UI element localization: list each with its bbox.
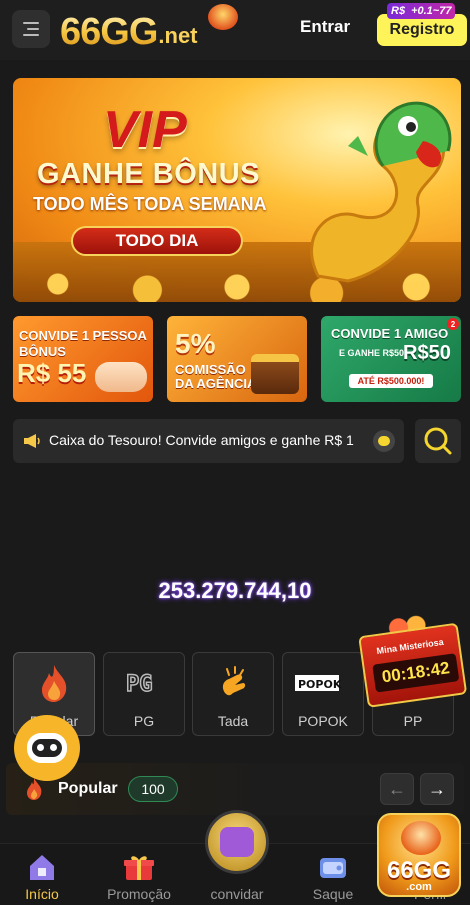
- promo-limit-bar: ATÉ R$500.000!: [349, 374, 433, 388]
- announcement-marquee[interactable]: Caixa do Tesouro! Convide amigos e ganhe…: [13, 419, 404, 463]
- promo-amount: R$50: [403, 342, 451, 364]
- promo-line1: COMISSÃO: [175, 362, 246, 377]
- menu-icon-line: [27, 28, 39, 30]
- search-icon: [424, 427, 452, 455]
- promo-line2: DA AGÊNCIA: [175, 376, 257, 391]
- invite-friends-icon: [220, 827, 254, 857]
- arrow-right-icon: →: [428, 778, 446, 799]
- message-bubble: [378, 436, 390, 446]
- register-bonus-badge: R$ +0.1~77: [387, 3, 456, 19]
- menu-icon-line: [23, 22, 39, 24]
- marquee-text: Caixa do Tesouro! Convide amigos e ganhe…: [49, 432, 354, 448]
- robot-icon: [27, 733, 67, 763]
- tab-label: PG: [133, 713, 155, 729]
- robot-eye: [37, 744, 44, 751]
- handshake-icon: [95, 362, 147, 392]
- dragon-illustration: [310, 101, 452, 283]
- banner-subline: TODO MÊS TODA SEMANA: [33, 194, 267, 214]
- login-button[interactable]: Entrar: [300, 17, 350, 37]
- promo-line2: E GANHE R$50: [339, 348, 405, 358]
- badge-currency: R$: [391, 5, 406, 17]
- search-button[interactable]: [415, 419, 461, 463]
- message-icon[interactable]: [373, 430, 395, 452]
- nav-item-saque[interactable]: Saque: [293, 850, 373, 904]
- logo-text: 66GG: [60, 11, 158, 53]
- app-download-logo[interactable]: 66GG .com: [377, 813, 461, 897]
- promo-card-agency-commission[interactable]: 5% COMISSÃO DA AGÊNCIA: [167, 316, 307, 402]
- nav-item-promocao[interactable]: Promoção: [99, 850, 179, 904]
- pg-logo-icon: PG: [125, 671, 153, 698]
- promo-line1: CONVIDE 1 AMIGO: [331, 326, 449, 341]
- tab-label: Tada: [217, 713, 249, 729]
- promo-amount: R$ 55: [17, 358, 87, 388]
- nav-label: convidar: [210, 886, 264, 902]
- tab-tada[interactable]: Tada: [192, 652, 274, 736]
- robot-eye: [50, 744, 57, 751]
- tab-label: PP: [403, 713, 423, 729]
- mystery-mine-widget[interactable]: Mina Misteriosa 00:18:42: [356, 608, 470, 712]
- treasure-chest-icon: [251, 354, 299, 394]
- scroll-left-button[interactable]: ←: [380, 773, 414, 805]
- nav-label: Saque: [312, 886, 354, 902]
- svg-text:POPOK: POPOK: [298, 678, 342, 691]
- home-icon: [30, 855, 54, 880]
- mystery-mine-box: Mina Misteriosa 00:18:42: [358, 622, 468, 708]
- nav-label: Promoção: [107, 886, 171, 902]
- menu-icon-line: [23, 34, 39, 36]
- svg-text:PG: PG: [126, 672, 153, 697]
- promo-line1: CONVIDE 1 PESSOA: [19, 328, 147, 343]
- jackpot-counter: 253.279.744,10: [158, 578, 312, 603]
- logo-domain: .net: [158, 23, 198, 48]
- fire-icon: [42, 665, 67, 702]
- promo-count-badge: 2: [447, 318, 459, 330]
- site-logo[interactable]: 66GG .net: [60, 4, 238, 54]
- gift-icon: [124, 856, 154, 880]
- promo-card-invite-person[interactable]: CONVIDE 1 PESSOA BÔNUS R$ 55: [13, 316, 153, 402]
- wallet-icon: [320, 858, 346, 878]
- nav-item-inicio[interactable]: Início: [2, 850, 82, 904]
- app-logo-domain: .com: [406, 881, 432, 893]
- scroll-right-button[interactable]: →: [420, 773, 454, 805]
- megaphone-icon: [24, 434, 40, 448]
- banner-headline: GANHE BÔNUS: [37, 158, 261, 190]
- invite-center-button[interactable]: [205, 810, 269, 874]
- badge-bonus: +0.1~77: [411, 5, 452, 17]
- section-title: Popular: [58, 780, 118, 797]
- arrow-left-icon: ←: [388, 778, 406, 799]
- hamburger-menu-button[interactable]: [12, 10, 50, 48]
- nav-label: Início: [25, 886, 59, 902]
- mystery-mine-timer: 00:18:42: [372, 653, 460, 693]
- popok-logo-icon: POPOK: [295, 675, 342, 691]
- tab-label: POPOK: [298, 713, 348, 729]
- mascot-icon: [401, 821, 441, 855]
- popular-section-header: Popular 100 ← →: [6, 763, 464, 815]
- game-count-badge: 100: [128, 776, 178, 802]
- banner-vip-title: VIP: [103, 101, 187, 159]
- tada-hand-icon: [222, 666, 246, 696]
- promo-line2: BÔNUS: [19, 344, 66, 359]
- promo-percent: 5%: [175, 328, 216, 359]
- support-robot-button[interactable]: [14, 715, 80, 781]
- tab-popok[interactable]: POPOK POPOK: [282, 652, 364, 736]
- mascot-icon: [208, 4, 238, 30]
- tab-pg[interactable]: PG PG: [103, 652, 185, 736]
- banner-cta-button[interactable]: TODO DIA: [71, 226, 243, 256]
- vip-banner[interactable]: VIP GANHE BÔNUS TODO MÊS TODA SEMANA TOD…: [13, 78, 461, 302]
- top-header: 66GG .net Entrar Registro R$ +0.1~77: [0, 0, 470, 60]
- promo-card-invite-friend[interactable]: CONVIDE 1 AMIGO E GANHE R$50 R$50 ATÉ R$…: [321, 316, 461, 402]
